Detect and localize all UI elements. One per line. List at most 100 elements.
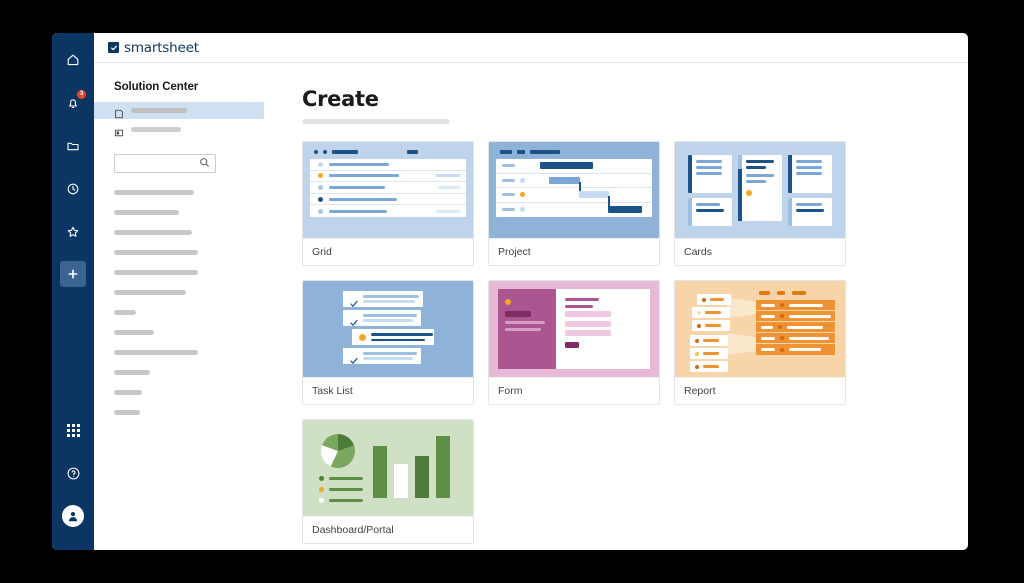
list-item — [319, 476, 363, 481]
list-item — [688, 154, 732, 193]
search-icon — [199, 155, 210, 173]
table-row — [496, 203, 652, 218]
tile-label: Task List — [303, 377, 473, 404]
tile-project[interactable]: Project — [488, 141, 660, 266]
app-window: 3 smartsheet Solution Center Create Grid… — [52, 33, 968, 550]
list-item-featured — [738, 168, 782, 221]
list-item — [114, 270, 198, 275]
list-item — [343, 291, 423, 307]
list-item — [688, 197, 732, 226]
app-logo[interactable]: smartsheet — [108, 40, 199, 56]
rail-bottom-group — [52, 413, 94, 542]
solution-center-panel: Solution Center — [94, 63, 264, 550]
list-item — [343, 348, 421, 364]
list-item — [343, 310, 421, 326]
title-underline-skeleton — [302, 119, 450, 124]
panel-title: Solution Center — [114, 81, 199, 93]
star-icon — [66, 225, 80, 239]
page-title: Create — [302, 87, 379, 111]
tile-art-dashboard — [303, 420, 473, 516]
tile-form[interactable]: Form — [488, 280, 660, 405]
clock-icon — [66, 182, 80, 196]
rail-item-account[interactable] — [58, 499, 88, 533]
pie-chart-icon — [321, 434, 355, 468]
table-row — [756, 344, 835, 355]
list-item — [690, 335, 728, 346]
table-row — [756, 322, 835, 333]
dashboard-legend — [319, 476, 363, 503]
rail-item-create[interactable] — [60, 261, 86, 287]
table-row — [310, 205, 466, 217]
table-row — [496, 159, 652, 174]
plus-icon — [66, 267, 80, 281]
tile-art-form — [489, 281, 659, 377]
rail-item-notifications[interactable]: 3 — [58, 86, 88, 120]
tile-grid[interactable]: Grid — [302, 141, 474, 266]
list-item — [114, 190, 194, 195]
bar-chart-icon — [373, 436, 450, 498]
list-item — [114, 290, 186, 295]
tile-label: Grid — [303, 238, 473, 265]
window-body: smartsheet Solution Center Create Grid P… — [94, 33, 968, 550]
check-icon — [350, 295, 358, 307]
tile-report[interactable]: Report — [674, 280, 846, 405]
list-item — [788, 154, 832, 193]
smartsheet-checkbox-logo — [108, 42, 119, 53]
top-bar: smartsheet — [94, 33, 968, 63]
list-item — [692, 307, 730, 318]
form-art-cover — [498, 289, 556, 369]
notification-badge: 3 — [77, 90, 86, 99]
user-avatar-icon — [62, 505, 84, 527]
tile-art-project — [489, 142, 659, 238]
tile-task-list[interactable]: Task List — [302, 280, 474, 405]
table-row — [310, 182, 466, 194]
tile-label: Project — [489, 238, 659, 265]
list-item — [692, 320, 730, 331]
list-item — [114, 330, 154, 335]
search-input[interactable] — [114, 154, 216, 173]
cards-art-grid — [688, 154, 832, 226]
list-item — [788, 197, 832, 226]
list-item — [690, 361, 728, 372]
tile-dashboard-portal[interactable]: Dashboard/Portal — [302, 419, 474, 544]
nav-skeleton-list — [114, 190, 264, 430]
rail-item-favorites[interactable] — [58, 215, 88, 249]
check-icon — [350, 352, 358, 364]
template-icon — [114, 125, 124, 136]
folder-icon — [66, 139, 80, 153]
grid-art-sheet — [310, 159, 466, 217]
table-row — [310, 194, 466, 206]
tile-art-task-list — [303, 281, 473, 377]
list-item — [319, 487, 363, 492]
logo-text: smartsheet — [124, 39, 199, 56]
question-circle-icon — [66, 466, 81, 481]
tile-label: Cards — [675, 238, 845, 265]
tile-cards[interactable]: Cards — [674, 141, 846, 266]
list-item — [114, 230, 192, 235]
tile-art-cards — [675, 142, 845, 238]
list-item — [319, 498, 363, 503]
nav-item-label-redacted — [131, 108, 187, 113]
table-row — [310, 171, 466, 183]
list-item — [114, 390, 142, 395]
rail-item-recents[interactable] — [58, 172, 88, 206]
main-content: Create Grid Project Cards Task List Form… — [264, 63, 968, 550]
tile-art-grid — [303, 142, 473, 238]
list-item — [114, 310, 136, 315]
nav-item-sheet[interactable] — [94, 102, 264, 119]
rail-item-help[interactable] — [58, 456, 88, 490]
rail-item-apps-launcher[interactable] — [58, 413, 88, 447]
table-row — [756, 311, 835, 322]
table-row — [756, 333, 835, 344]
tile-label: Report — [675, 377, 845, 404]
create-tile-grid: Grid Project Cards Task List Form Report… — [302, 141, 878, 544]
home-icon — [66, 53, 80, 67]
rail-item-home[interactable] — [58, 43, 88, 77]
list-item — [114, 350, 198, 355]
nav-item-template[interactable] — [94, 121, 264, 138]
list-item — [690, 348, 728, 359]
list-item-active — [352, 329, 434, 345]
grid-dots-icon — [66, 423, 80, 437]
list-item — [697, 294, 731, 305]
rail-item-browse[interactable] — [58, 129, 88, 163]
